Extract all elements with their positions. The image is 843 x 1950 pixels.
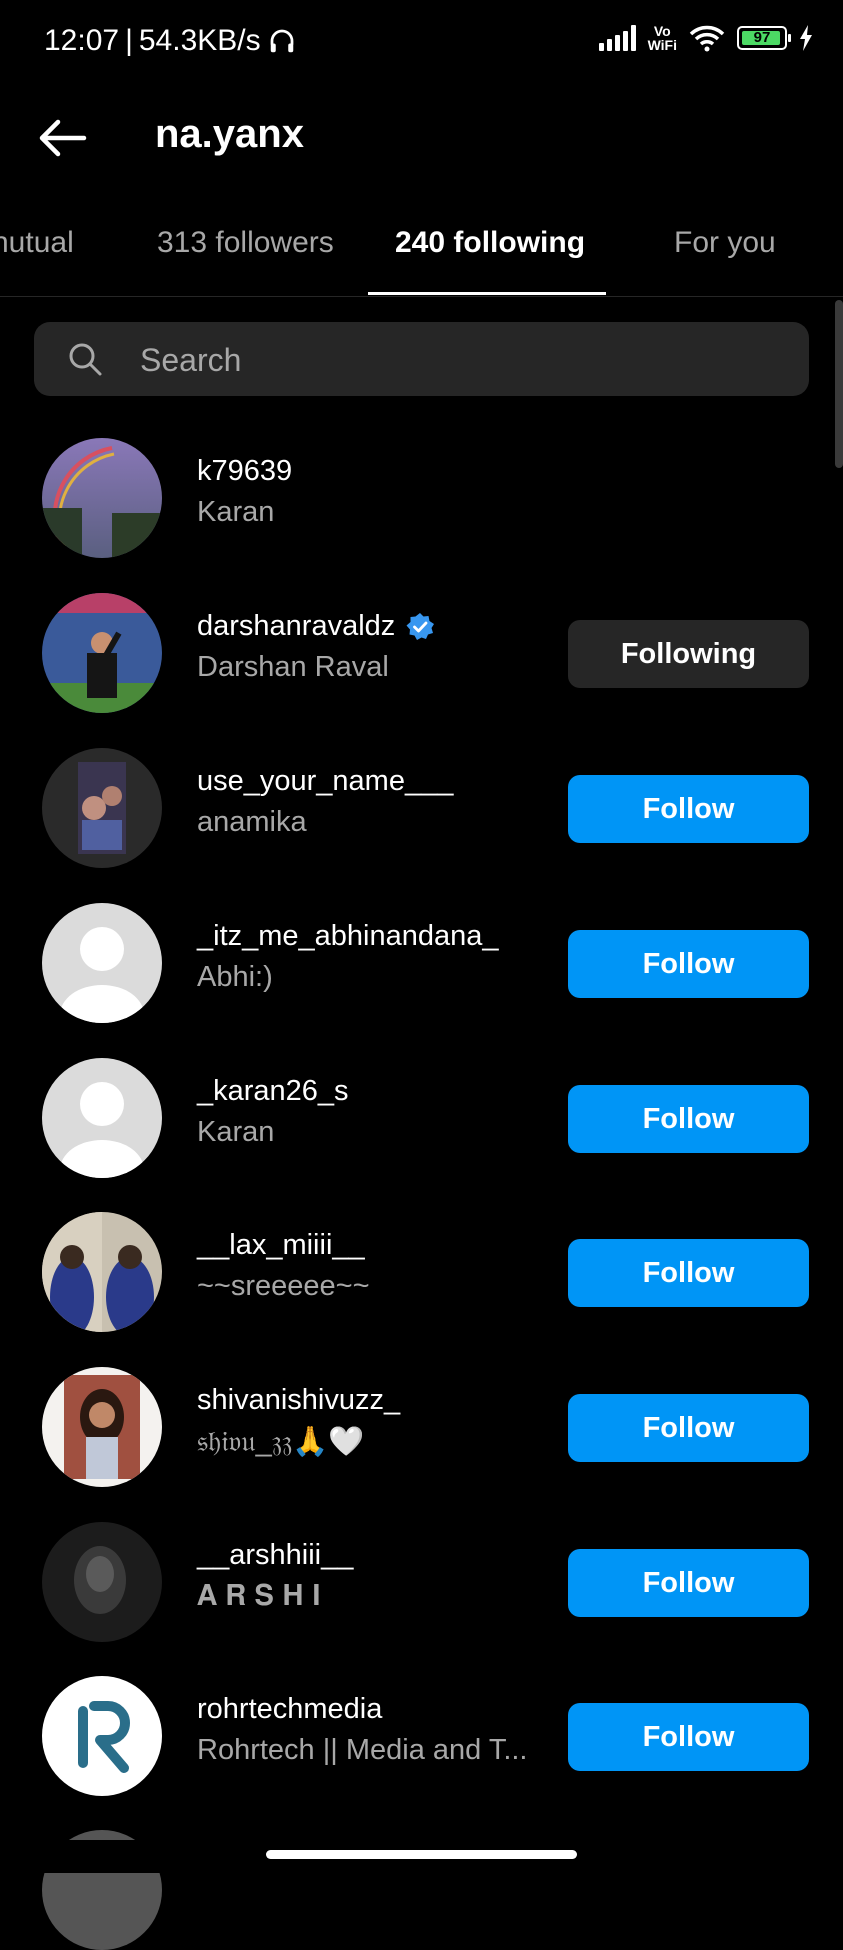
avatar[interactable] — [42, 1212, 162, 1332]
avatar[interactable] — [42, 1058, 162, 1178]
avatar[interactable] — [42, 593, 162, 713]
tab-mutual[interactable]: nutual — [0, 226, 74, 260]
signal-icon — [598, 25, 636, 51]
active-tab-indicator — [368, 292, 606, 295]
list-item[interactable]: k79639 Karan — [0, 438, 843, 593]
username: __arshhiii__ — [197, 1539, 354, 1571]
avatar[interactable] — [42, 1522, 162, 1642]
full-name: Rohrtech || Media and T... — [197, 1734, 528, 1766]
username: _karan26_s — [197, 1075, 349, 1107]
list-item[interactable]: use_your_name___ anamika Follow — [0, 748, 843, 903]
username: use_your_name___ — [197, 765, 454, 797]
search-bar[interactable] — [34, 322, 809, 398]
follow-button[interactable]: Follow — [568, 1085, 809, 1153]
follow-button[interactable]: Follow — [568, 1394, 809, 1462]
follow-button[interactable]: Follow — [568, 775, 809, 843]
full-name: Abhi:) — [197, 961, 273, 993]
status-right: Vo WiFi 97 — [598, 23, 813, 53]
full-name: 𝔰𝔥𝔦𝔳𝔲_𝔷𝔷🙏🤍 — [197, 1426, 365, 1458]
full-name: 𝐀 𝐑 𝐒 𝐇 𝐈 — [197, 1580, 321, 1612]
list-item[interactable]: _itz_me_abhinandana_ Abhi:) Follow — [0, 903, 843, 1058]
username: rohrtechmedia — [197, 1693, 383, 1725]
header: na.yanx — [0, 90, 843, 220]
wifi-icon — [689, 25, 725, 52]
back-arrow-icon[interactable] — [34, 110, 90, 166]
tab-for-you[interactable]: For you — [674, 226, 776, 260]
username: __lax_miiii__ — [197, 1229, 365, 1261]
home-indicator[interactable] — [266, 1850, 577, 1859]
full-name: ~~sreeeee~~ — [197, 1270, 370, 1302]
avatar[interactable] — [42, 1367, 162, 1487]
list-item[interactable]: __lax_miiii__ ~~sreeeee~~ Follow — [0, 1212, 843, 1367]
list-item[interactable]: shivanishivuzz_ 𝔰𝔥𝔦𝔳𝔲_𝔷𝔷🙏🤍 Follow — [0, 1367, 843, 1522]
list-item[interactable]: rohrtechmedia Rohrtech || Media and T...… — [0, 1676, 843, 1831]
avatar[interactable] — [42, 903, 162, 1023]
list-item[interactable]: _karan26_s Karan Follow — [0, 1058, 843, 1213]
full-name: Darshan Raval — [197, 651, 389, 683]
battery-icon: 97 — [737, 26, 791, 50]
username: _itz_me_abhinandana_ — [197, 920, 499, 952]
full-name: anamika — [197, 806, 307, 838]
username: shivanishivuzz_ — [197, 1384, 401, 1416]
username: k79639 — [197, 455, 293, 487]
tab-following[interactable]: 240 following — [395, 226, 585, 260]
default-avatar-icon — [42, 903, 162, 1023]
full-name: Karan — [197, 496, 275, 528]
tab-bar: nutual 313 followers 240 following For y… — [0, 220, 843, 297]
rohrtech-logo-icon — [42, 1676, 162, 1796]
follow-button[interactable]: Follow — [568, 1549, 809, 1617]
headphones-icon — [270, 29, 293, 53]
status-bar: 12:07 | 54.3KB/s Vo WiFi 97 — [0, 0, 843, 90]
tab-followers[interactable]: 313 followers — [157, 226, 334, 260]
vowifi-indicator: Vo WiFi — [647, 23, 677, 53]
avatar[interactable] — [42, 1676, 162, 1796]
following-button[interactable]: Following — [568, 620, 809, 688]
follow-button[interactable]: Follow — [568, 1239, 809, 1307]
username: darshanravaldz — [197, 610, 557, 643]
scrollbar[interactable] — [835, 300, 843, 468]
avatar[interactable] — [42, 748, 162, 868]
status-time: 12:07 — [44, 24, 120, 57]
network-speed: 54.3KB/s — [138, 24, 261, 57]
search-icon — [69, 343, 102, 376]
list-item[interactable]: __arshhiii__ 𝐀 𝐑 𝐒 𝐇 𝐈 Follow — [0, 1522, 843, 1677]
full-name: Karan — [197, 1116, 275, 1148]
charging-icon — [800, 25, 812, 51]
default-avatar-icon — [42, 1058, 162, 1178]
status-left: 12:07 | 54.3KB/s — [44, 24, 297, 58]
avatar[interactable] — [42, 438, 162, 558]
search-input[interactable] — [138, 322, 782, 398]
profile-username-title: na.yanx — [155, 112, 304, 156]
follow-button[interactable]: Follow — [568, 930, 809, 998]
list-item[interactable]: darshanravaldz Darshan Raval Following — [0, 593, 843, 748]
verified-badge-icon — [406, 612, 435, 640]
follow-button[interactable]: Follow — [568, 1703, 809, 1771]
